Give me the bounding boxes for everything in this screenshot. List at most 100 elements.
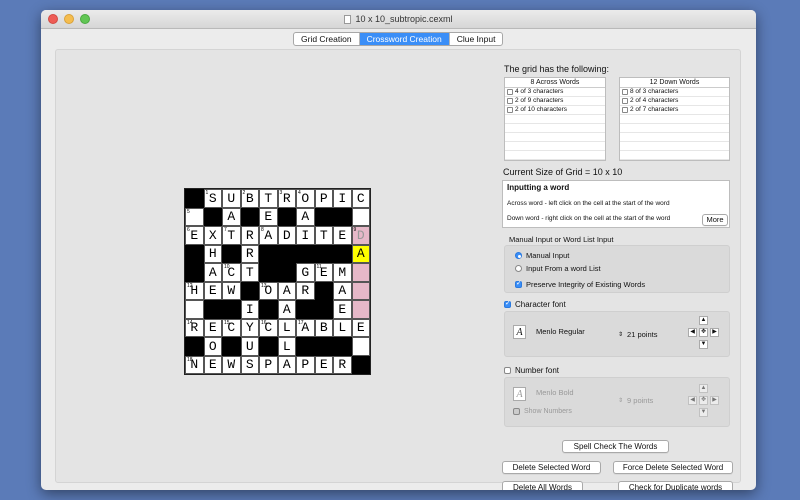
grid-cell[interactable]: [185, 300, 204, 319]
grid-cell[interactable]: 5: [185, 207, 204, 226]
grid-cell[interactable]: [351, 207, 370, 226]
grid-cell[interactable]: E: [314, 355, 333, 374]
grid-cell[interactable]: [314, 244, 333, 263]
grid-cell[interactable]: A: [296, 207, 315, 226]
tab-crossword-creation[interactable]: Crossword Creation: [359, 33, 450, 45]
list-item-checkbox[interactable]: [507, 98, 513, 104]
grid-cell[interactable]: [333, 244, 352, 263]
preserve-integrity-checkbox[interactable]: [515, 279, 522, 288]
grid-cell[interactable]: P: [314, 189, 333, 208]
grid-cell[interactable]: L: [277, 337, 296, 356]
check-duplicate-words-button[interactable]: Check for Duplicate words: [618, 481, 733, 490]
grid-cell[interactable]: [333, 337, 352, 356]
grid-cell[interactable]: E: [259, 207, 278, 226]
arrow-up-icon[interactable]: ▲: [699, 316, 708, 325]
show-numbers-checkbox[interactable]: [513, 408, 520, 415]
grid-cell[interactable]: [277, 244, 296, 263]
num-arrow-up-icon[interactable]: ▲: [699, 384, 708, 393]
arrow-left-icon[interactable]: ◀: [688, 328, 697, 337]
list-item[interactable]: 2 of 7 characters: [620, 106, 729, 115]
grid-cell[interactable]: L: [277, 318, 296, 337]
grid-cell[interactable]: U: [240, 337, 259, 356]
force-delete-selected-word-button[interactable]: Force Delete Selected Word: [613, 461, 733, 474]
grid-cell[interactable]: R: [240, 226, 259, 245]
delete-all-words-button[interactable]: Delete All Words: [502, 481, 583, 490]
grid-cell[interactable]: [351, 337, 370, 356]
grid-cell[interactable]: R: [296, 281, 315, 300]
tab-grid-creation[interactable]: Grid Creation: [294, 33, 360, 45]
grid-cell[interactable]: X: [203, 226, 222, 245]
grid-cell[interactable]: E 11: [314, 263, 333, 282]
center-icon[interactable]: ✥: [699, 328, 708, 337]
list-item[interactable]: 2 of 4 characters: [620, 97, 729, 106]
grid-cell[interactable]: R 14: [185, 318, 204, 337]
list-item[interactable]: [505, 115, 605, 124]
grid-cell[interactable]: [222, 337, 241, 356]
list-item-checkbox[interactable]: [507, 89, 513, 95]
close-button[interactable]: [48, 14, 58, 24]
grid-cell[interactable]: [296, 300, 315, 319]
grid-cell[interactable]: [351, 263, 370, 282]
character-size-stepper[interactable]: ⇕ 21 points: [618, 330, 657, 339]
list-item[interactable]: [505, 133, 605, 142]
delete-selected-word-button[interactable]: Delete Selected Word: [502, 461, 601, 474]
list-item[interactable]: 4 of 3 characters: [505, 88, 605, 97]
list-item-checkbox[interactable]: [507, 107, 513, 113]
grid-cell[interactable]: I: [240, 300, 259, 319]
grid-cell[interactable]: B2: [240, 189, 259, 208]
number-font-checkbox[interactable]: [504, 367, 511, 374]
grid-cell[interactable]: G: [296, 263, 315, 282]
grid-cell[interactable]: L: [333, 318, 352, 337]
grid-cell[interactable]: S: [240, 355, 259, 374]
grid-cell[interactable]: A: [333, 281, 352, 300]
grid-cell[interactable]: E: [351, 318, 370, 337]
grid-cell[interactable]: W: [222, 281, 241, 300]
grid-cell[interactable]: [314, 300, 333, 319]
list-item[interactable]: 2 of 9 characters: [505, 97, 605, 106]
grid-cell[interactable]: C: [351, 189, 370, 208]
grid-cell[interactable]: [333, 207, 352, 226]
grid-cell[interactable]: [185, 244, 204, 263]
grid-cell[interactable]: U: [222, 189, 241, 208]
grid-cell[interactable]: [259, 337, 278, 356]
grid-cell[interactable]: [277, 263, 296, 282]
manual-input-option[interactable]: Manual Input: [515, 251, 569, 260]
grid-cell[interactable]: [351, 300, 370, 319]
grid-cell[interactable]: A: [277, 281, 296, 300]
grid-cell[interactable]: E: [203, 355, 222, 374]
grid-cell[interactable]: I: [296, 226, 315, 245]
grid-cell[interactable]: N 18: [185, 355, 204, 374]
grid-cell[interactable]: [351, 355, 370, 374]
grid-cell[interactable]: C 16: [259, 318, 278, 337]
num-arrow-left-icon[interactable]: ◀: [688, 396, 697, 405]
more-button[interactable]: More: [702, 214, 728, 226]
grid-cell[interactable]: T7: [222, 226, 241, 245]
grid-cell[interactable]: D: [277, 226, 296, 245]
list-item[interactable]: [505, 142, 605, 151]
grid-cell[interactable]: B: [314, 318, 333, 337]
num-center-icon[interactable]: ✥: [699, 396, 708, 405]
grid-cell[interactable]: T: [259, 189, 278, 208]
grid-cell[interactable]: T: [314, 226, 333, 245]
grid-cell[interactable]: T: [240, 263, 259, 282]
grid-cell[interactable]: [240, 207, 259, 226]
grid-cell[interactable]: R3: [277, 189, 296, 208]
grid-cell[interactable]: A: [277, 300, 296, 319]
grid-cell[interactable]: [351, 281, 370, 300]
list-item[interactable]: [620, 133, 729, 142]
arrow-down-icon[interactable]: ▼: [699, 340, 708, 349]
list-item-checkbox[interactable]: [622, 89, 628, 95]
grid-cell[interactable]: E: [333, 226, 352, 245]
number-font-picker-icon[interactable]: A: [513, 387, 526, 401]
grid-cell[interactable]: S1: [203, 189, 222, 208]
grid-cell[interactable]: [259, 244, 278, 263]
list-item[interactable]: [505, 151, 605, 160]
stepper-icon[interactable]: ⇕: [618, 331, 623, 338]
grid-cell[interactable]: [314, 337, 333, 356]
grid-cell[interactable]: I: [333, 189, 352, 208]
grid-cell[interactable]: [296, 244, 315, 263]
spell-check-button[interactable]: Spell Check The Words: [562, 440, 669, 453]
preserve-integrity-option[interactable]: Preserve Integrity of Existing Words: [515, 279, 645, 289]
grid-cell[interactable]: [296, 337, 315, 356]
grid-cell[interactable]: [185, 337, 204, 356]
